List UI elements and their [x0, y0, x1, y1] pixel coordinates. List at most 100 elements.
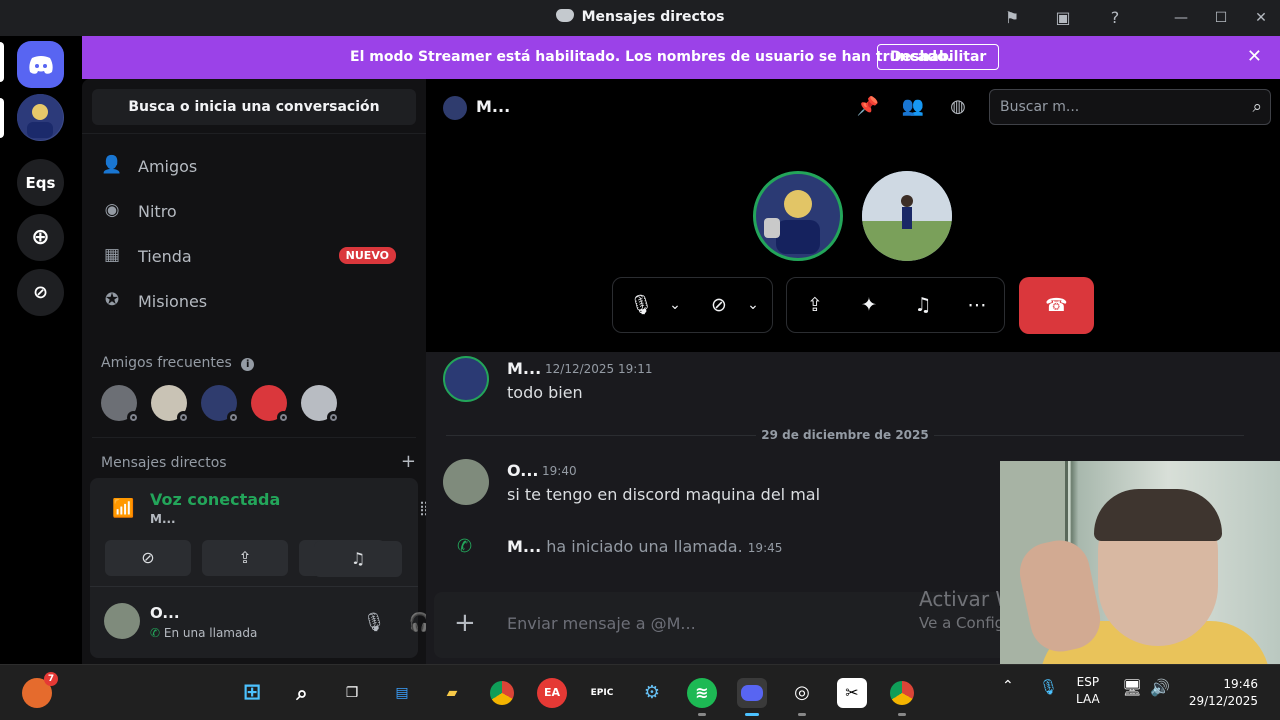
capcut-icon[interactable]: ✂: [837, 678, 867, 708]
user-status-text: En una llamada: [163, 626, 258, 640]
call-participant-avatar[interactable]: [862, 171, 952, 261]
taskbar-search-icon[interactable]: ⌕: [287, 678, 317, 708]
discord-taskbar-icon[interactable]: [737, 678, 767, 716]
microphone-icon[interactable]: 🎙: [361, 610, 387, 636]
epic-games-icon[interactable]: EPIC: [587, 678, 617, 708]
chevron-down-icon[interactable]: ⌄: [739, 292, 767, 318]
hang-up-button[interactable]: ☎: [1019, 277, 1094, 334]
system-message: M... ha iniciado una llamada. 19:45: [507, 537, 782, 556]
phone-icon: ✆: [150, 626, 161, 640]
task-view-icon[interactable]: ❐: [337, 678, 367, 708]
show-hidden-icons-chevron-icon[interactable]: ⌃: [1002, 678, 1014, 694]
frequent-friend-avatar[interactable]: [101, 385, 140, 424]
status-offline-icon: [227, 411, 240, 424]
header-user-name[interactable]: M...: [476, 97, 510, 116]
start-windows-icon[interactable]: ⊞: [237, 678, 267, 708]
banner-message: El modo Streamer está habilitado. Los no…: [350, 49, 953, 65]
call-participant-avatar[interactable]: [753, 171, 843, 261]
frequent-friend-avatar[interactable]: [251, 385, 290, 424]
notepad-icon[interactable]: ▤: [387, 678, 417, 708]
divider: [90, 586, 418, 587]
user-profile-icon[interactable]: ◍: [946, 96, 970, 118]
steam-icon[interactable]: ⚙: [637, 678, 667, 708]
flag-icon[interactable]: ⚑: [1000, 7, 1024, 29]
nav-item-friends[interactable]: 👤 Amigos: [100, 146, 410, 186]
system-message-author[interactable]: M...: [507, 537, 541, 556]
minimize-button[interactable]: —: [1166, 6, 1196, 30]
camera-off-icon[interactable]: ⊘: [705, 292, 733, 318]
voice-channel-name: M...: [150, 512, 176, 526]
microphone-icon[interactable]: 🎙: [627, 292, 655, 318]
direct-messages-home-button[interactable]: [17, 41, 64, 88]
nav-item-quests[interactable]: ✪ Misiones: [100, 281, 410, 321]
webcam-overlay: [1000, 461, 1280, 674]
user-avatar[interactable]: [104, 603, 140, 639]
message-author-avatar[interactable]: [443, 356, 489, 402]
voice-call-avatar[interactable]: [17, 94, 64, 141]
close-window-button[interactable]: ✕: [1246, 6, 1276, 30]
message-timestamp: 19:40: [542, 464, 577, 478]
message-input[interactable]: Enviar mensaje a @M...: [507, 614, 696, 633]
discord-logo-icon: [555, 9, 574, 22]
volume-icon[interactable]: 🔊: [1150, 678, 1170, 697]
message-author[interactable]: M...: [507, 359, 541, 378]
quests-icon: ✪: [104, 290, 120, 310]
user-name[interactable]: O...: [150, 604, 180, 622]
unread-indicator: [0, 98, 4, 138]
discover-compass-icon[interactable]: ⊘: [17, 269, 64, 316]
header-avatar: [443, 96, 467, 120]
more-options-icon[interactable]: ⋯: [963, 292, 991, 318]
camera-off-button[interactable]: ⊘: [105, 540, 191, 576]
status-offline-icon: [277, 411, 290, 424]
chrome-icon[interactable]: [487, 678, 517, 708]
frequent-friend-avatar[interactable]: [301, 385, 340, 424]
network-icon[interactable]: 🖥: [1122, 678, 1142, 697]
maximize-button[interactable]: ☐: [1206, 6, 1236, 30]
close-banner-icon[interactable]: ✕: [1247, 46, 1262, 67]
server-rail: Eqs ⊕ ⊘: [0, 36, 82, 664]
chevron-down-icon[interactable]: ⌄: [661, 292, 689, 318]
soundboard-button[interactable]: ♫: [314, 541, 402, 577]
server-eqs-label: Eqs: [25, 173, 56, 192]
add-friends-to-dm-icon[interactable]: 👥: [901, 96, 925, 118]
voice-connected-status[interactable]: Voz conectada: [150, 490, 280, 509]
info-icon[interactable]: i: [241, 358, 255, 371]
screen-share-inbox-icon[interactable]: ▣: [1051, 7, 1075, 29]
message-author[interactable]: O...: [507, 461, 538, 480]
frequent-friend-avatar[interactable]: [151, 385, 190, 424]
pin-icon[interactable]: 📌: [856, 96, 880, 118]
help-icon[interactable]: ?: [1103, 7, 1127, 29]
search-input[interactable]: Buscar m... ⌕: [989, 89, 1271, 125]
system-clock[interactable]: 19:46 29/12/2025: [1189, 676, 1258, 710]
disable-streamer-button[interactable]: Deshabilitar: [877, 44, 1000, 70]
find-conversation-button[interactable]: Busca o inicia una conversación: [92, 89, 416, 125]
screen-share-button[interactable]: ⇪: [202, 540, 288, 576]
server-eqs[interactable]: Eqs: [17, 159, 64, 206]
nav-item-nitro[interactable]: ◉ Nitro: [100, 191, 410, 231]
voice-signal-icon[interactable]: 📶: [112, 498, 134, 519]
nav-item-shop[interactable]: ▦ Tienda NUEVO: [100, 236, 410, 276]
date-divider: 29 de diciembre de 2025: [426, 428, 1264, 442]
friends-icon: 👤: [101, 155, 123, 175]
obs-icon[interactable]: ◎: [787, 678, 817, 716]
soundboard-icon[interactable]: ♫: [909, 292, 937, 318]
status-offline-icon: [127, 411, 140, 424]
input-language[interactable]: ESP LAA: [1076, 674, 1100, 708]
activities-icon[interactable]: ✦: [855, 292, 883, 318]
frequent-friend-avatar[interactable]: [201, 385, 240, 424]
create-dm-plus-icon[interactable]: +: [401, 451, 416, 472]
chrome-profile-icon[interactable]: [887, 678, 917, 716]
status-offline-icon: [327, 411, 340, 424]
add-server-button[interactable]: ⊕: [17, 214, 64, 261]
notification-app-icon[interactable]: 7: [22, 672, 58, 708]
spotify-icon[interactable]: ≋: [687, 678, 717, 716]
message-author-avatar[interactable]: [443, 459, 489, 505]
webcam-person: [1094, 489, 1222, 541]
status-offline-icon: [177, 411, 190, 424]
call-action-controls: ⇪ ✦ ♫ ⋯: [786, 277, 1005, 333]
screen-share-icon[interactable]: ⇪: [801, 292, 829, 318]
attach-plus-icon[interactable]: +: [454, 608, 476, 638]
ea-app-icon[interactable]: EA: [537, 678, 567, 708]
file-explorer-icon[interactable]: ▰: [437, 678, 467, 708]
mic-in-use-icon[interactable]: 🎙: [1039, 678, 1058, 696]
